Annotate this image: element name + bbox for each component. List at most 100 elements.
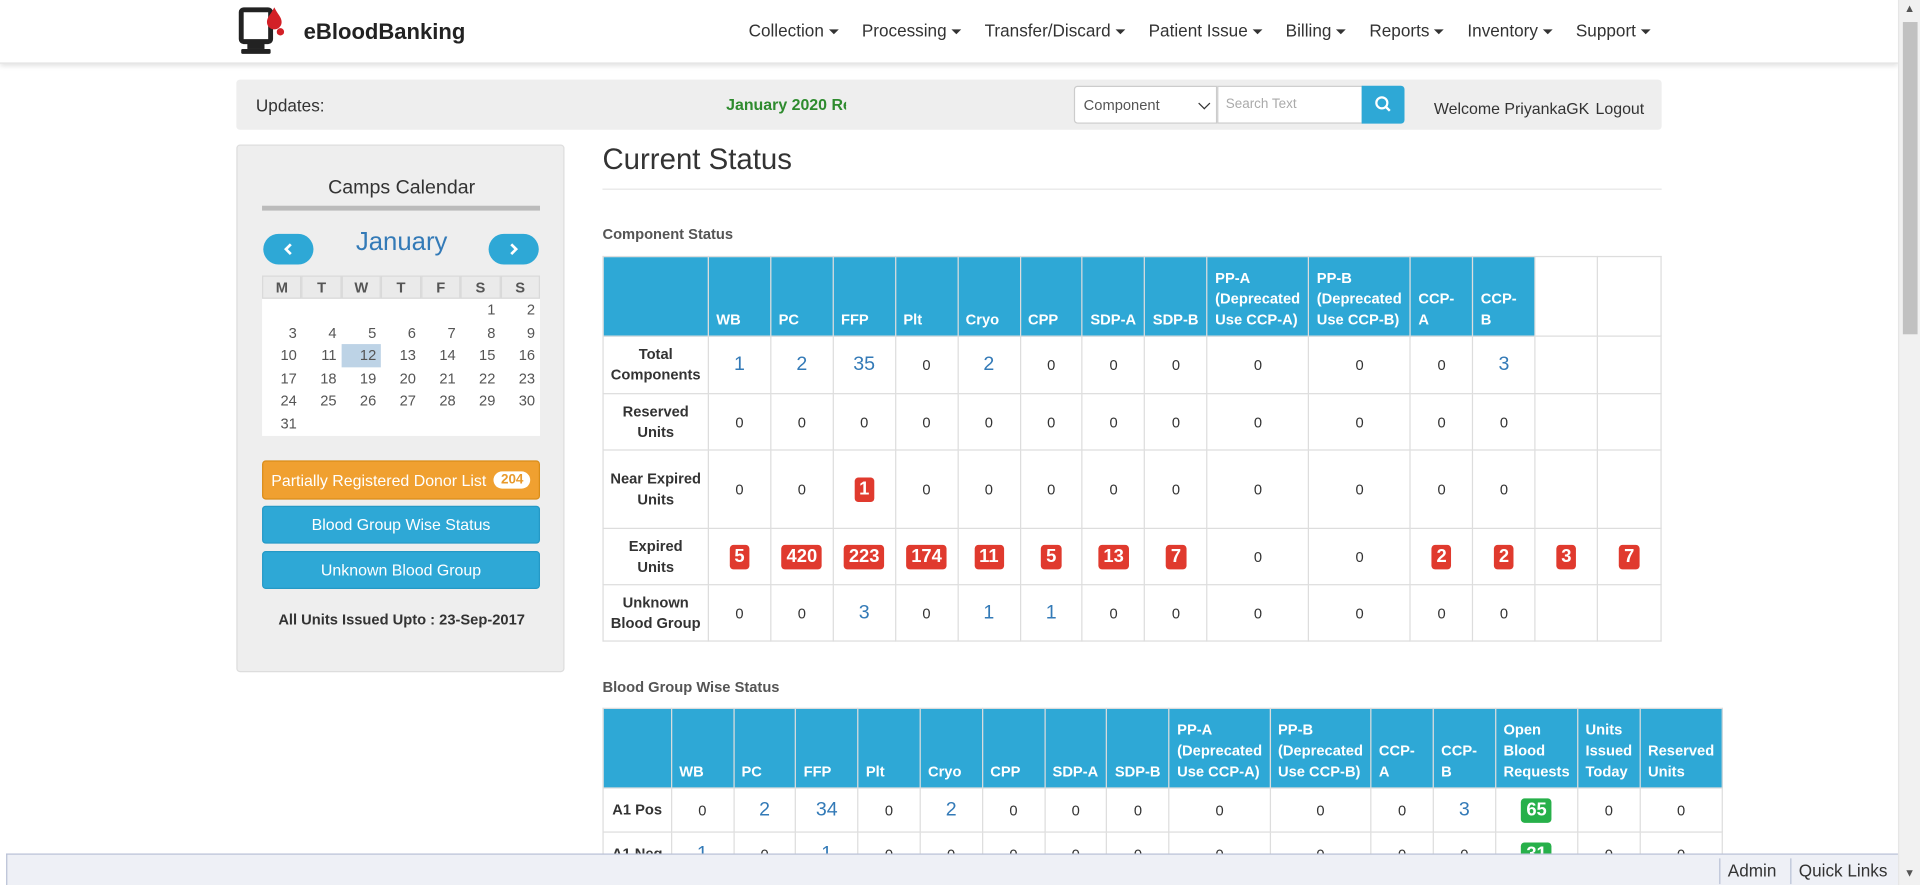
table-cell[interactable]: 34 bbox=[795, 787, 859, 833]
column-header[interactable]: Reserved Units bbox=[1639, 707, 1723, 789]
calendar-day[interactable]: 28 bbox=[421, 390, 461, 413]
calendar-day[interactable]: 10 bbox=[262, 344, 302, 367]
value-link[interactable]: 2 bbox=[946, 799, 957, 820]
calendar-next-button[interactable] bbox=[488, 233, 539, 265]
table-cell[interactable]: 11 bbox=[957, 527, 1021, 586]
column-header[interactable]: PC bbox=[732, 707, 797, 789]
value-link[interactable]: 3 bbox=[1499, 354, 1510, 375]
value-link[interactable]: 34 bbox=[816, 799, 838, 820]
value-link[interactable]: 1 bbox=[983, 602, 994, 623]
nav-processing[interactable]: Processing bbox=[862, 21, 962, 40]
calendar-day[interactable]: 9 bbox=[500, 322, 540, 345]
column-header[interactable]: SDP-A bbox=[1043, 707, 1108, 789]
column-header[interactable]: PP-B (Deprecated Use CCP-B) bbox=[1269, 707, 1372, 789]
column-header[interactable]: FFP bbox=[795, 707, 859, 789]
calendar-day[interactable]: 21 bbox=[421, 367, 461, 390]
nav-inventory[interactable]: Inventory bbox=[1467, 21, 1553, 40]
calendar-day[interactable]: 20 bbox=[381, 367, 421, 390]
search-type-select[interactable]: Component bbox=[1073, 85, 1218, 124]
calendar-day[interactable]: 22 bbox=[461, 367, 501, 390]
value-link[interactable]: 2 bbox=[759, 799, 770, 820]
alert-badge[interactable]: 7 bbox=[1165, 544, 1187, 569]
brand[interactable]: eBloodBanking bbox=[236, 5, 465, 59]
quick-links-button[interactable]: Quick Links bbox=[1790, 858, 1895, 885]
column-header[interactable]: Plt bbox=[857, 707, 921, 789]
table-cell[interactable]: 1 bbox=[957, 584, 1021, 642]
table-cell[interactable]: 1 bbox=[1019, 584, 1084, 642]
blood-group-status-button[interactable]: Blood Group Wise Status bbox=[262, 505, 541, 544]
nav-collection[interactable]: Collection bbox=[749, 21, 839, 40]
alert-badge[interactable]: 7 bbox=[1619, 544, 1640, 569]
column-header[interactable]: CPP bbox=[981, 707, 1046, 789]
table-cell[interactable]: 65 bbox=[1494, 787, 1579, 833]
value-link[interactable]: 3 bbox=[859, 602, 870, 623]
table-cell[interactable]: 2 bbox=[1472, 527, 1536, 586]
column-header[interactable]: PP-A (Deprecated Use CCP-A) bbox=[1206, 255, 1310, 337]
alert-badge[interactable]: 3 bbox=[1556, 544, 1577, 569]
calendar-day[interactable]: 16 bbox=[500, 344, 540, 367]
column-header[interactable]: CCP-A bbox=[1370, 707, 1434, 789]
nav-reports[interactable]: Reports bbox=[1369, 21, 1445, 40]
calendar-day[interactable]: 1 bbox=[461, 299, 501, 322]
updates-marquee[interactable]: January 2020 Re bbox=[726, 96, 846, 114]
value-link[interactable]: 2 bbox=[796, 354, 807, 375]
column-header[interactable]: PP-B (Deprecated Use CCP-B) bbox=[1308, 255, 1412, 337]
alert-badge[interactable]: 11 bbox=[974, 544, 1004, 569]
calendar-day[interactable]: 23 bbox=[500, 367, 540, 390]
alert-badge[interactable]: 2 bbox=[1431, 544, 1452, 569]
calendar-day[interactable]: 24 bbox=[262, 390, 302, 413]
calendar-day[interactable]: 3 bbox=[262, 322, 302, 345]
alert-badge[interactable]: 5 bbox=[729, 544, 750, 569]
partial-donor-list-button[interactable]: Partially Registered Donor List 204 bbox=[262, 460, 541, 500]
search-input[interactable]: Search Text bbox=[1217, 85, 1363, 124]
logout-link[interactable]: Logout bbox=[1596, 99, 1645, 117]
unknown-blood-group-button[interactable]: Unknown Blood Group bbox=[262, 551, 541, 589]
calendar-day[interactable]: 2 bbox=[500, 299, 540, 322]
column-header[interactable]: SDP-B bbox=[1144, 255, 1208, 337]
scroll-up-icon[interactable]: ▲ bbox=[1904, 2, 1915, 14]
table-cell[interactable]: 3 bbox=[1432, 787, 1497, 833]
table-cell[interactable]: 3 bbox=[1472, 335, 1536, 395]
scroll-down-icon[interactable]: ▼ bbox=[1904, 867, 1915, 879]
calendar-day[interactable]: 6 bbox=[381, 322, 421, 345]
calendar-day[interactable]: 15 bbox=[461, 344, 501, 367]
calendar-day[interactable]: 30 bbox=[500, 390, 540, 413]
search-button[interactable] bbox=[1361, 85, 1405, 124]
alert-badge[interactable]: 1 bbox=[854, 476, 875, 502]
table-cell[interactable]: 174 bbox=[894, 527, 959, 586]
table-cell[interactable]: 2 bbox=[957, 335, 1021, 395]
calendar-day[interactable]: 11 bbox=[302, 344, 342, 367]
calendar-day[interactable]: 13 bbox=[381, 344, 421, 367]
calendar-day[interactable]: 26 bbox=[341, 390, 381, 413]
column-header[interactable]: PC bbox=[770, 255, 834, 337]
calendar-day[interactable]: 17 bbox=[262, 367, 302, 390]
calendar-day[interactable]: 19 bbox=[341, 367, 381, 390]
value-link[interactable]: 2 bbox=[983, 354, 994, 375]
column-header[interactable]: SDP-A bbox=[1081, 255, 1146, 337]
table-cell[interactable]: 35 bbox=[832, 335, 896, 395]
calendar-day[interactable]: 14 bbox=[421, 344, 461, 367]
nav-support[interactable]: Support bbox=[1576, 21, 1651, 40]
column-header[interactable]: SDP-B bbox=[1106, 707, 1170, 789]
table-cell[interactable]: 1 bbox=[707, 335, 772, 395]
table-cell[interactable]: 420 bbox=[770, 527, 834, 586]
alert-badge[interactable]: 2 bbox=[1494, 544, 1515, 569]
value-link[interactable]: 1 bbox=[1046, 602, 1057, 623]
alert-badge[interactable]: 174 bbox=[906, 544, 947, 569]
column-header[interactable]: CCP-B bbox=[1432, 707, 1497, 789]
alert-badge[interactable]: 5 bbox=[1041, 544, 1062, 569]
table-cell[interactable]: 1 bbox=[832, 449, 896, 529]
column-header[interactable]: CCP-B bbox=[1472, 255, 1536, 337]
table-cell[interactable]: 7 bbox=[1596, 527, 1662, 586]
column-header[interactable]: Cryo bbox=[957, 255, 1021, 337]
table-cell[interactable]: 13 bbox=[1081, 527, 1146, 586]
table-cell[interactable]: 7 bbox=[1144, 527, 1208, 586]
table-cell[interactable]: 3 bbox=[1534, 527, 1599, 586]
table-cell[interactable]: 2 bbox=[919, 787, 983, 833]
calendar-day[interactable]: 27 bbox=[381, 390, 421, 413]
calendar-day[interactable]: 25 bbox=[302, 390, 342, 413]
alert-badge[interactable]: 13 bbox=[1098, 544, 1129, 569]
table-cell[interactable]: 2 bbox=[732, 787, 797, 833]
calendar-day[interactable]: 29 bbox=[461, 390, 501, 413]
column-header[interactable]: WB bbox=[707, 255, 772, 337]
